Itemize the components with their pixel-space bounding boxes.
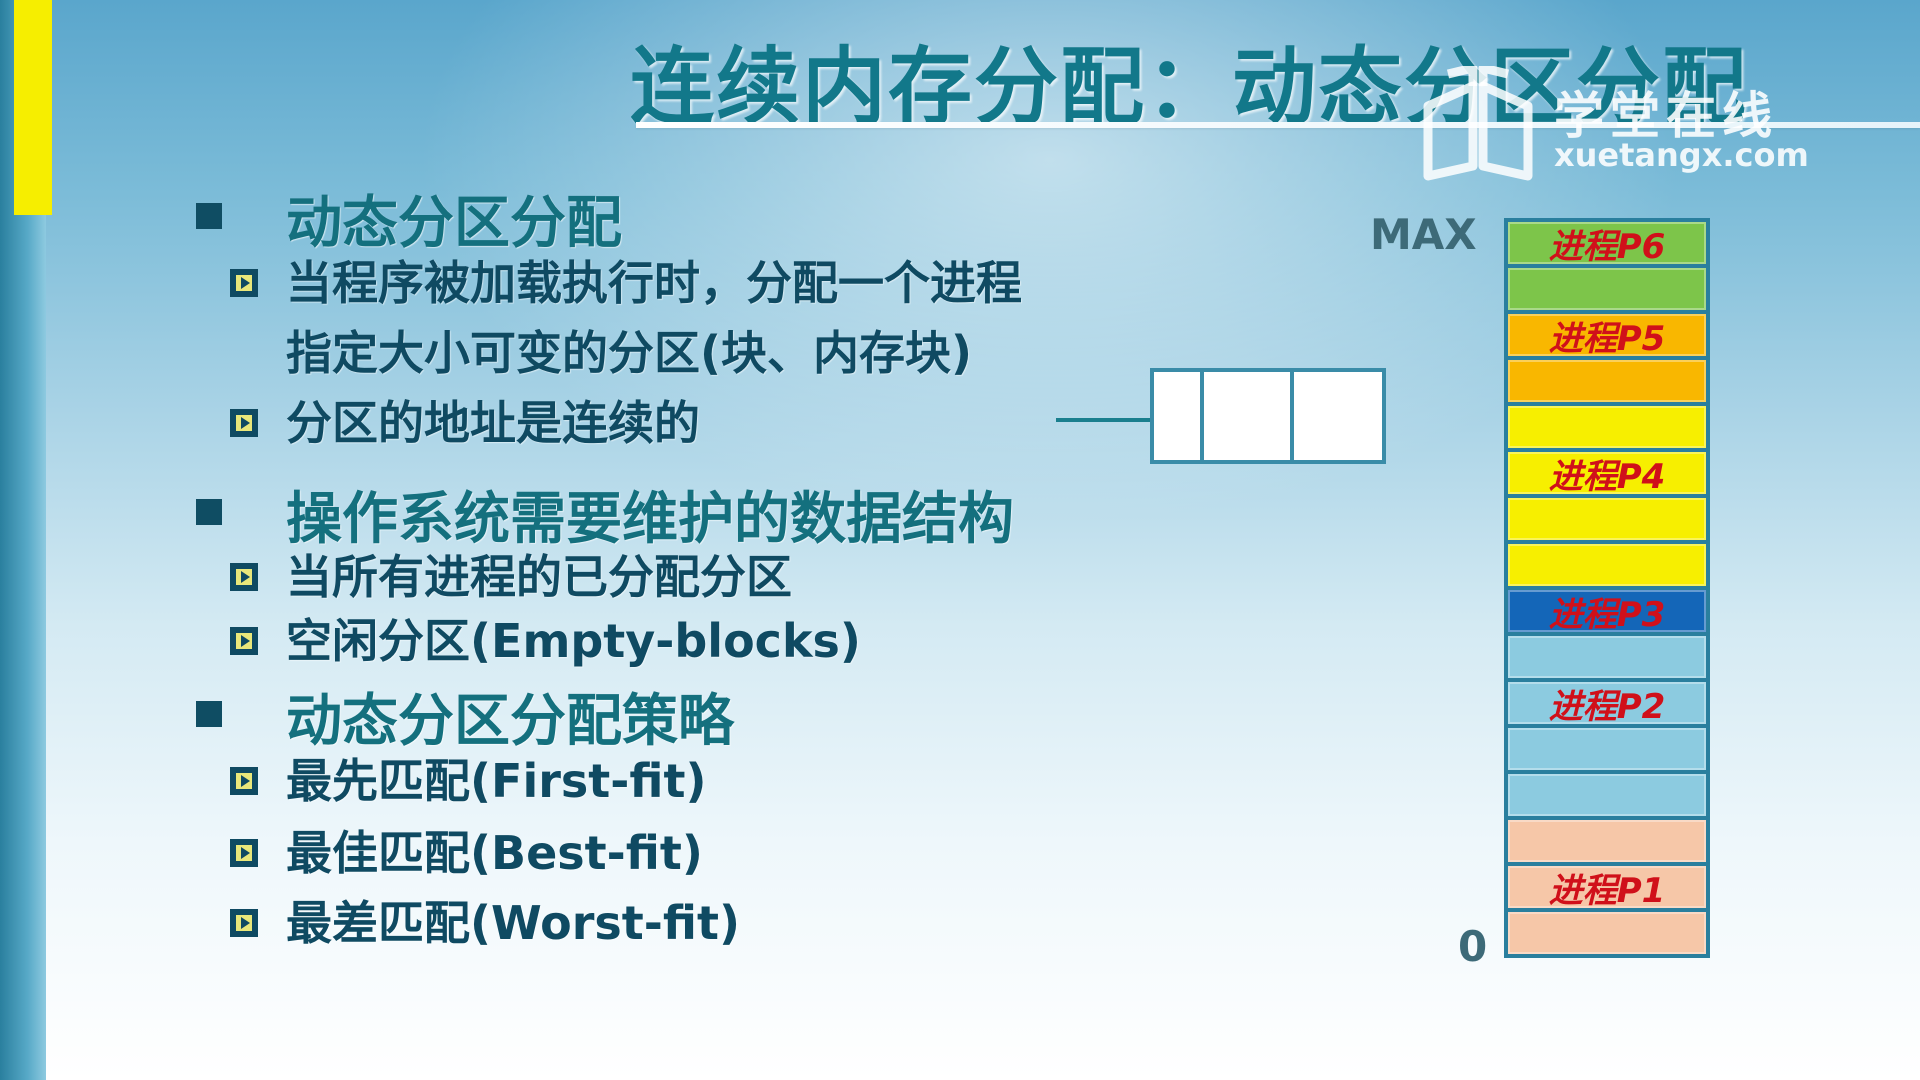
memory-partition-block xyxy=(1508,360,1706,402)
arrow-bullet-icon xyxy=(230,909,258,937)
memory-partition-block xyxy=(1508,498,1706,540)
free-block xyxy=(1150,368,1204,464)
xuetangx-logo-icon xyxy=(1423,66,1533,181)
memory-partition-process: 进程P5 xyxy=(1508,314,1706,359)
memory-partition-process: 进程P2 xyxy=(1508,682,1706,727)
arrow-bullet-icon xyxy=(230,269,258,297)
memory-partition-block xyxy=(1508,774,1706,816)
arrow-bullet-icon xyxy=(230,409,258,437)
square-bullet-icon xyxy=(196,203,222,229)
yellow-accent-bar xyxy=(14,0,52,215)
free-block xyxy=(1200,368,1294,464)
memory-partition-block xyxy=(1508,912,1706,954)
arrow-bullet-icon xyxy=(230,627,258,655)
arrow-bullet-icon xyxy=(230,839,258,867)
square-bullet-icon xyxy=(196,701,222,727)
memory-partition-column: 进程P6 进程P5 进程P4 进程P3 进程P2 进程P1 xyxy=(1504,218,1710,958)
memory-partition-process: 进程P1 xyxy=(1508,866,1706,911)
watermark-en: xuetangx.com xyxy=(1554,136,1809,174)
memory-partition-process: 进程P3 xyxy=(1508,590,1706,635)
arrow-bullet-icon xyxy=(230,767,258,795)
memory-max-label: MAX xyxy=(1370,210,1477,259)
memory-partition-process: 进程P4 xyxy=(1508,452,1706,497)
memory-partition-block xyxy=(1508,268,1706,310)
memory-partition-block xyxy=(1508,728,1706,770)
memory-partition-block xyxy=(1508,544,1706,586)
memory-partition-block xyxy=(1508,820,1706,862)
memory-partition-block xyxy=(1508,636,1706,678)
watermark: 学堂在线 xuetangx.com xyxy=(1418,66,1809,184)
memory-partition-block xyxy=(1508,406,1706,448)
memory-zero-label: 0 xyxy=(1458,922,1488,971)
free-block-list xyxy=(1150,368,1386,468)
memory-partition-process: 进程P6 xyxy=(1508,222,1706,267)
free-block xyxy=(1290,368,1386,464)
square-bullet-icon xyxy=(196,499,222,525)
arrow-bullet-icon xyxy=(230,563,258,591)
